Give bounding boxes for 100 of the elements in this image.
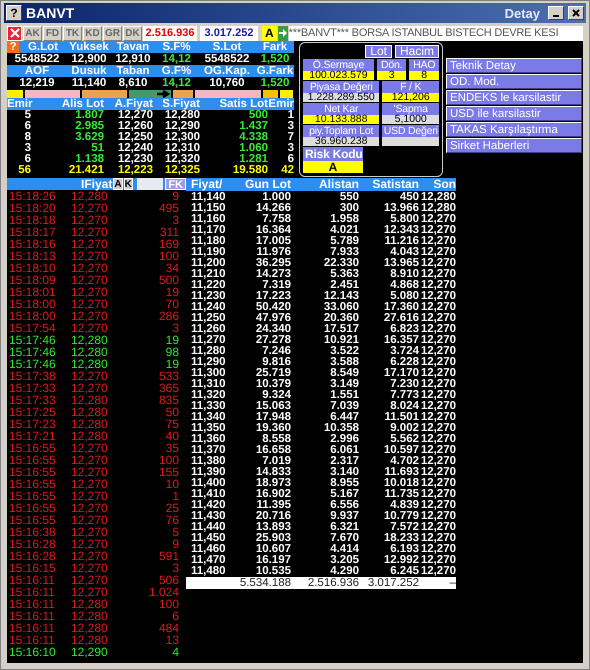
- toggle-button[interactable]: Hacim: [394, 45, 439, 58]
- trade-price: 12,280: [71, 430, 109, 442]
- filter-button[interactable]: K: [124, 178, 133, 190]
- trade-lot: 9: [171, 190, 179, 202]
- trade-price: 12,270: [71, 538, 109, 550]
- column-header: G.F%: [160, 65, 192, 77]
- action-button[interactable]: Teknik Detay: [446, 58, 582, 73]
- go-button[interactable]: [278, 26, 288, 40]
- table-cell-text: 12,240: [116, 143, 153, 154]
- close-pane-button[interactable]: [7, 26, 22, 40]
- table-cell-text: 12,270: [420, 346, 456, 357]
- help-button[interactable]: ?: [7, 41, 19, 53]
- table-cell-text: 11,300: [190, 368, 227, 379]
- table-cell-text: 16.364: [254, 225, 291, 236]
- table-cell-text: 12,270: [420, 302, 456, 313]
- trade-price: 12,280: [71, 394, 109, 406]
- table-cell-text: 18.233: [382, 533, 419, 544]
- table-cell-text: 2.317: [329, 456, 359, 467]
- sell-volume: 2.516.936: [143, 26, 197, 40]
- trade-price: 12,270: [71, 310, 109, 322]
- trade-time: 15:17:23: [8, 418, 57, 430]
- trade-time: 15:16:11: [8, 574, 56, 586]
- summary-value: 12,900: [70, 53, 108, 65]
- table-cell-text: 1.437: [238, 121, 268, 132]
- table-cell-text: 11,240: [190, 302, 227, 313]
- column-header[interactable]: Alistan: [291, 178, 359, 191]
- table-cell-text: 7.230: [389, 379, 419, 390]
- table-cell-text: 11,320: [190, 390, 227, 401]
- table-cell-text: 11,370: [190, 445, 227, 456]
- trade-lot: 6: [171, 610, 179, 622]
- table-cell-text: 12,280: [420, 192, 456, 203]
- trade-lot: 3: [171, 562, 179, 574]
- trade-price: 12,270: [71, 526, 109, 538]
- action-button[interactable]: Sirket Haberleri: [446, 138, 582, 153]
- table-cell-text: 12,270: [420, 236, 456, 247]
- trade-price: 12,270: [71, 574, 109, 586]
- action-button[interactable]: TAKAS Karşılaştırma: [446, 122, 582, 137]
- table-cell-text: 2.996: [329, 434, 359, 445]
- table-cell-text: 12,270: [420, 489, 456, 500]
- table-cell-text: 11,270: [190, 335, 227, 346]
- table-cell-text: 11,330: [190, 401, 227, 412]
- table-cell-text: 7: [286, 132, 294, 143]
- minimize-button[interactable]: [548, 6, 564, 20]
- trade-time: 15:16:11: [8, 586, 56, 598]
- table-cell-text: 7.933: [329, 247, 359, 258]
- column-header[interactable]: Gun Lot: [229, 178, 291, 191]
- trade-time: 15:17:54: [8, 322, 57, 334]
- trade-time: 15:17:46: [8, 346, 57, 358]
- table-cell-text: 2.985: [74, 121, 104, 132]
- filter-field[interactable]: [136, 178, 164, 190]
- news-ticker: ***BANVT*** BORSA ISTANBUL BISTECH DEVRE KESI: [288, 26, 583, 40]
- toggle-button[interactable]: Lot: [365, 45, 392, 58]
- summary-value: 10,760: [208, 77, 246, 89]
- table-cell-text: 11.216: [383, 236, 419, 247]
- table-cell-text: 3: [286, 121, 294, 132]
- table-cell-text: 12,230: [116, 154, 153, 165]
- column-header: G.Lot: [26, 41, 60, 53]
- column-header: S.F%: [161, 41, 192, 53]
- table-cell-text: 12,270: [420, 522, 456, 533]
- table-cell-text: 11,350: [190, 423, 227, 434]
- table-cell-text: 6.321: [329, 522, 359, 533]
- trade-price: 12,270: [71, 226, 109, 238]
- column-header: S.Fiyat: [161, 98, 200, 110]
- total-cell-text: –: [448, 577, 456, 589]
- action-button[interactable]: USD ile karsilastir: [446, 106, 582, 121]
- table-cell-text: 11,420: [190, 500, 227, 511]
- help-button[interactable]: ?: [6, 5, 22, 21]
- field-label: USD Değeri: [382, 125, 439, 137]
- trade-price: 12,270: [71, 502, 109, 514]
- column-header[interactable]: Son: [419, 178, 456, 191]
- trade-lot: 835: [158, 394, 179, 406]
- field-value: 1.228.289.550: [303, 93, 380, 102]
- column-header: Emir: [7, 98, 31, 110]
- total-cell-text: 19.580: [232, 165, 268, 176]
- fk-button[interactable]: FK: [165, 178, 186, 190]
- column-header[interactable]: Satistan: [359, 178, 419, 191]
- close-button[interactable]: [568, 6, 584, 20]
- trade-time: 15:18:01: [8, 286, 57, 298]
- table-cell-text: 12,270: [420, 566, 456, 577]
- trade-price: 12,270: [71, 442, 109, 454]
- filter-button[interactable]: A: [113, 178, 123, 190]
- table-cell-text: 8.558: [261, 434, 291, 445]
- table-cell-text: 12,270: [420, 280, 456, 291]
- action-button[interactable]: OD. Mod.: [446, 74, 582, 89]
- action-button[interactable]: ENDEKS le karsilastir: [446, 90, 582, 105]
- column-header: Alis Lot: [60, 98, 104, 110]
- trade-lot: 500: [158, 274, 179, 286]
- column-header[interactable]: Fiyat/: [186, 178, 229, 191]
- table-cell-text: 11,150: [190, 203, 227, 214]
- table-cell-text: 9.816: [261, 357, 291, 368]
- table-cell-text: 11,290: [190, 357, 227, 368]
- table-cell-text: 17.360: [382, 302, 419, 313]
- table-cell-text: 3.588: [329, 357, 359, 368]
- table-cell-text: 1: [286, 110, 294, 121]
- table-cell-text: 500: [248, 110, 268, 121]
- table-cell-text: 12,270: [118, 110, 153, 121]
- table-cell-text: 12,270: [420, 390, 456, 401]
- table-cell-text: 11,480: [190, 566, 227, 577]
- table-cell-text: 11,460: [190, 544, 227, 555]
- table-cell-text: 6.556: [329, 500, 359, 511]
